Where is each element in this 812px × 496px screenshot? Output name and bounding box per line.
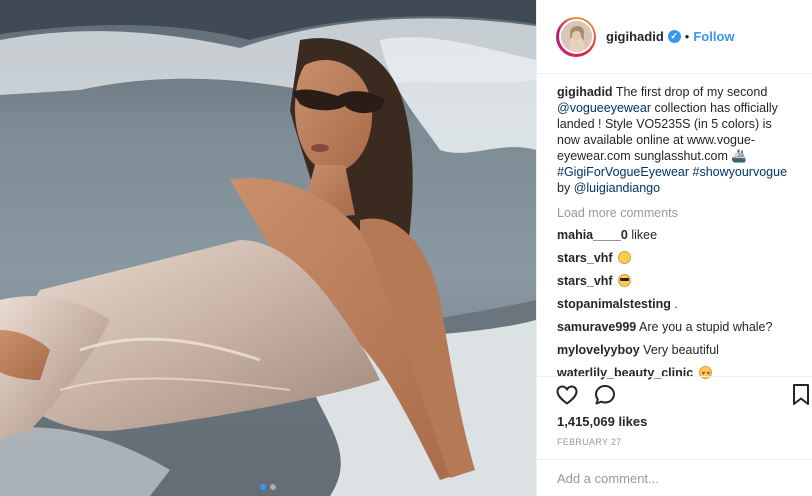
add-comment-input[interactable] — [557, 470, 787, 486]
comment-text: likee — [631, 228, 658, 242]
comment: stars_vhf — [557, 250, 812, 266]
comment: mahia____0 likee — [557, 227, 812, 243]
post-caption: gigihadid The first drop of my second @v… — [557, 84, 795, 196]
caption-hashtag-showyourvogue[interactable]: #showyourvogue — [693, 165, 788, 179]
comment-username[interactable]: mylovelyyboy — [557, 343, 640, 357]
beach-photo-illustration — [0, 0, 536, 496]
comment-username[interactable]: stars_vhf — [557, 274, 613, 288]
load-more-comments-button[interactable]: Load more comments — [557, 206, 812, 220]
comment-text: . — [674, 297, 678, 311]
post-sidebar: gigihadid ✓ • Follow gigihadid The first… — [536, 0, 812, 496]
caption-mention-luigiandiango[interactable]: @luigiandiango — [574, 181, 660, 195]
sunglasses-face-emoji-icon — [618, 274, 632, 287]
caption-username[interactable]: gigihadid — [557, 85, 613, 99]
carousel-dot-1[interactable] — [260, 484, 266, 490]
caption-mention-vogueeyewear[interactable]: @vogueeyewear — [557, 101, 651, 115]
comment: stars_vhf — [557, 273, 812, 289]
smiling-face-emoji-icon — [618, 251, 632, 264]
add-comment-bar — [537, 459, 812, 496]
story-ring[interactable] — [556, 16, 596, 57]
comment: stopanimalstesting . — [557, 296, 812, 312]
carousel-dot-2[interactable] — [270, 484, 276, 490]
caption-text-1: The first drop of my second — [615, 85, 768, 99]
post-date[interactable]: FEBRUARY 27 — [557, 437, 622, 447]
like-count[interactable]: 1,415,069 likes — [557, 414, 647, 429]
comment-bubble-icon[interactable] — [593, 383, 617, 407]
comments-section: gigihadid The first drop of my second @v… — [537, 74, 812, 382]
comment-text: Very beautiful — [643, 343, 719, 357]
heart-icon[interactable] — [555, 383, 579, 407]
caption-text-3: by — [557, 181, 571, 195]
post-photo[interactable] — [0, 0, 536, 496]
separator-dot: • — [684, 29, 690, 44]
verified-badge-icon: ✓ — [667, 30, 681, 43]
comment-username[interactable]: stopanimalstesting — [557, 297, 671, 311]
follow-button[interactable]: Follow — [693, 29, 734, 44]
bookmark-icon[interactable] — [792, 383, 810, 407]
comment-username[interactable]: stars_vhf — [557, 251, 613, 265]
avatar-image — [560, 21, 592, 52]
comment-username[interactable]: samurave999 — [557, 320, 636, 334]
caption-hashtag-gigiforvogueeyewear[interactable]: #GigiForVogueEyewear — [557, 165, 689, 179]
comment: samurave999 Are you a stupid whale? — [557, 319, 812, 335]
carousel-dots — [0, 484, 536, 490]
post-header: gigihadid ✓ • Follow — [537, 0, 812, 74]
comment: mylovelyyboy Very beautiful — [557, 342, 812, 358]
instagram-post: gigihadid ✓ • Follow gigihadid The first… — [0, 0, 812, 496]
comment-username[interactable]: mahia____0 — [557, 228, 628, 242]
avatar[interactable] — [558, 19, 594, 54]
action-bar — [537, 376, 812, 412]
comment-text: Are you a stupid whale? — [639, 320, 773, 334]
username[interactable]: gigihadid — [606, 29, 664, 44]
